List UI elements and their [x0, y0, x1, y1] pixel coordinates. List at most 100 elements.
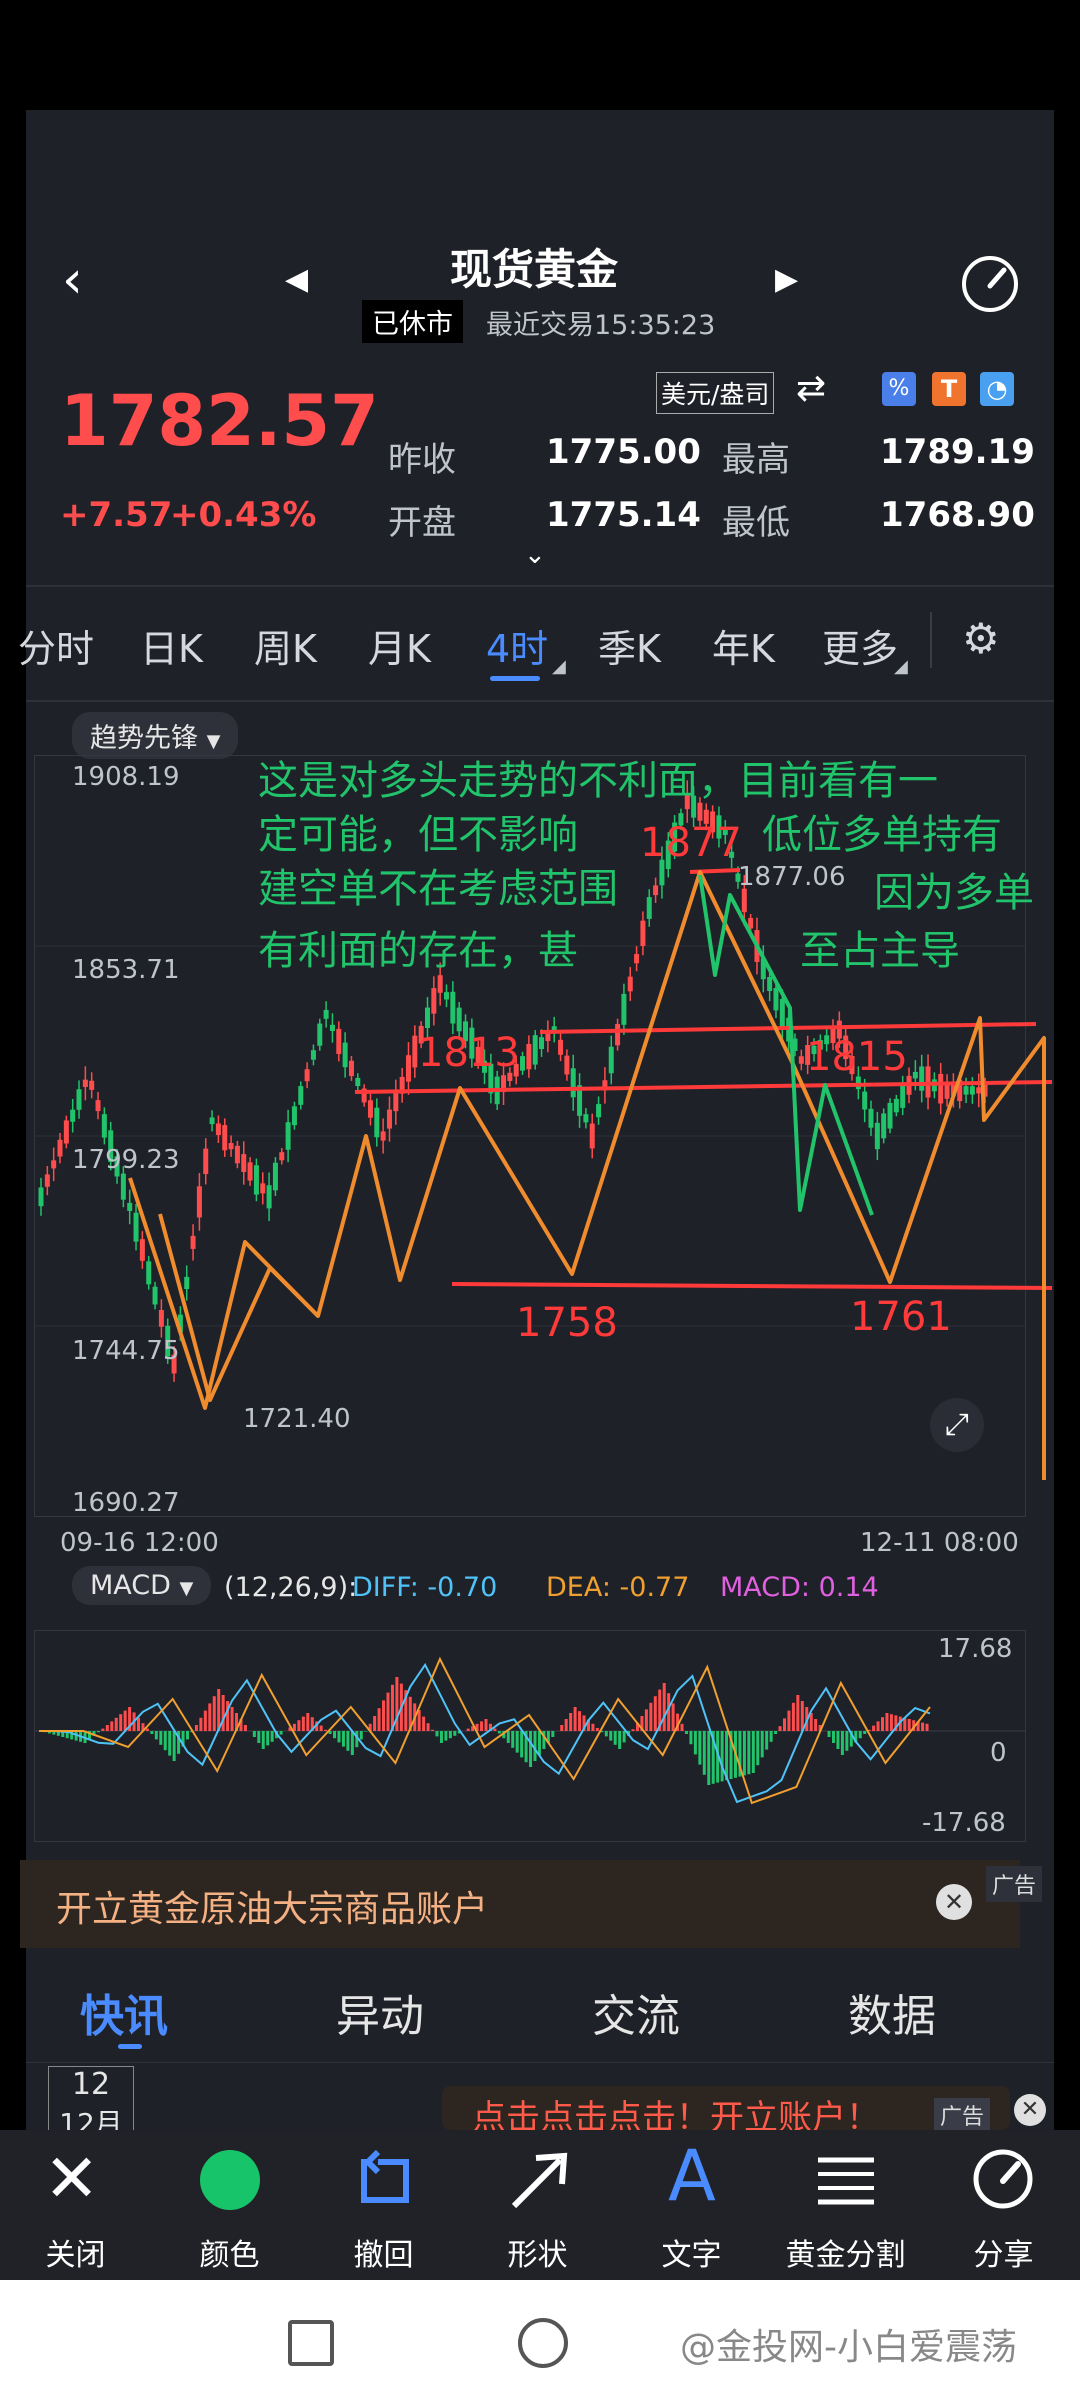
macd-bar	[422, 1716, 426, 1731]
macd-bar	[613, 1731, 617, 1745]
macd-bar	[145, 1728, 149, 1731]
macd-bar	[252, 1731, 256, 1737]
macd-bar	[159, 1731, 163, 1745]
macd-selector[interactable]: MACD ▼	[72, 1566, 212, 1605]
level-label: 1815	[806, 1034, 908, 1080]
macd-bar	[261, 1731, 265, 1749]
close-ad-banner-icon[interactable]: ✕	[1014, 2094, 1046, 2126]
macd-bar	[150, 1731, 154, 1734]
text-a-icon: A	[668, 2135, 716, 2217]
undo-tool[interactable]: 撤回	[316, 2130, 451, 2280]
macd-bar	[756, 1731, 760, 1766]
macd-bar	[154, 1731, 158, 1740]
macd-bar	[123, 1710, 127, 1731]
macd-y-top: 17.68	[938, 1634, 1013, 1664]
macd-bar	[689, 1731, 693, 1745]
macd-bar	[279, 1731, 283, 1735]
macd-bar	[511, 1731, 515, 1748]
macd-bar	[163, 1731, 167, 1751]
macd-bar	[564, 1719, 568, 1731]
macd-bar	[845, 1731, 849, 1751]
macd-bar	[787, 1710, 791, 1731]
annotation-text: 因为多单	[874, 870, 1034, 916]
shape-tool-label: 形状	[507, 2238, 568, 2273]
ad-banner-tag: 广告	[934, 2098, 991, 2132]
macd-bar	[760, 1731, 764, 1758]
level-label: 1813	[418, 1030, 520, 1076]
macd-bar	[649, 1702, 653, 1731]
macd-bar	[101, 1728, 105, 1731]
share-tool[interactable]: 分享	[936, 2130, 1071, 2280]
macd-bar	[560, 1725, 564, 1731]
macd-bar	[907, 1719, 911, 1731]
macd-bar	[217, 1689, 221, 1731]
macd-bar	[573, 1707, 577, 1731]
macd-name: MACD	[90, 1570, 171, 1601]
macd-bar	[373, 1716, 377, 1731]
news-date-card: 12 12月	[48, 2066, 134, 2132]
text-tool-label: 文字	[661, 2238, 722, 2273]
level-label: 1761	[850, 1294, 952, 1340]
macd-bar	[319, 1725, 323, 1731]
macd-bar	[515, 1731, 519, 1753]
share-tool-label: 分享	[973, 2238, 1034, 2273]
tab-data[interactable]: 数据	[848, 1980, 936, 2044]
macd-diff: DIFF: -0.70	[352, 1572, 498, 1603]
macd-chart-panel[interactable]	[34, 1630, 1026, 1842]
close-tool[interactable]: ✕ 关闭	[8, 2130, 143, 2280]
tab-movement[interactable]: 异动	[336, 1980, 424, 2044]
macd-bar	[417, 1710, 421, 1731]
annotation-text: 定可能，但不影响	[258, 812, 578, 858]
macd-bar	[814, 1719, 818, 1731]
ad-bar-text[interactable]: 开立黄金原油大宗商品账户	[56, 1880, 488, 1932]
close-ad-icon[interactable]: ✕	[936, 1884, 972, 1920]
macd-bar	[671, 1703, 675, 1731]
macd-bar	[119, 1714, 123, 1731]
share-icon	[973, 2149, 1033, 2209]
macd-bar	[609, 1731, 613, 1741]
macd-y-mid: 0	[990, 1738, 1007, 1768]
shape-tool[interactable]: 形状	[470, 2130, 605, 2280]
macd-bar	[172, 1731, 176, 1761]
peak-marker-line	[689, 868, 741, 874]
macd-bar	[747, 1731, 751, 1775]
macd-bar	[137, 1717, 141, 1731]
golden-ratio-tool[interactable]: 黄金分割	[778, 2130, 913, 2280]
macd-bar	[831, 1731, 835, 1743]
macd-bar	[774, 1731, 778, 1734]
macd-bar	[306, 1713, 310, 1731]
undo-tool-label: 撤回	[353, 2238, 414, 2273]
annotation-text: 至占主导	[800, 928, 960, 974]
macd-bar	[809, 1713, 813, 1731]
macd-bar	[493, 1728, 497, 1731]
macd-bar	[386, 1692, 390, 1731]
macd-bar	[529, 1731, 533, 1767]
close-icon: ✕	[44, 2140, 100, 2217]
macd-bar	[604, 1731, 608, 1737]
recent-apps-icon[interactable]	[288, 2320, 334, 2366]
home-icon[interactable]	[518, 2318, 568, 2368]
macd-bar	[537, 1731, 541, 1755]
macd-bar	[693, 1731, 697, 1755]
tab-discussion[interactable]: 交流	[592, 1980, 680, 2044]
color-tool[interactable]: 颜色	[162, 2130, 297, 2280]
watermark: @金投网-小白爱震荡	[680, 2327, 1017, 2368]
macd-bar	[341, 1731, 345, 1747]
text-tool[interactable]: A 文字	[624, 2130, 759, 2280]
macd-bar	[720, 1731, 724, 1782]
news-date-month: 12月	[59, 2107, 123, 2132]
macd-bar	[212, 1696, 216, 1731]
news-date-day: 12	[71, 2067, 111, 2102]
macd-bar	[921, 1722, 925, 1731]
tab-news-flash[interactable]: 快讯	[80, 1980, 168, 2044]
macd-bar	[230, 1707, 234, 1731]
macd-value: MACD: 0.14	[720, 1572, 879, 1603]
macd-bar	[791, 1702, 795, 1731]
macd-y-bottom: -17.68	[922, 1808, 1006, 1838]
macd-bar	[631, 1729, 635, 1731]
macd-bar	[324, 1729, 328, 1731]
macd-bar	[346, 1731, 350, 1751]
fibonacci-icon	[818, 2157, 874, 2205]
macd-bar	[431, 1729, 435, 1731]
macd-bar	[194, 1725, 198, 1731]
